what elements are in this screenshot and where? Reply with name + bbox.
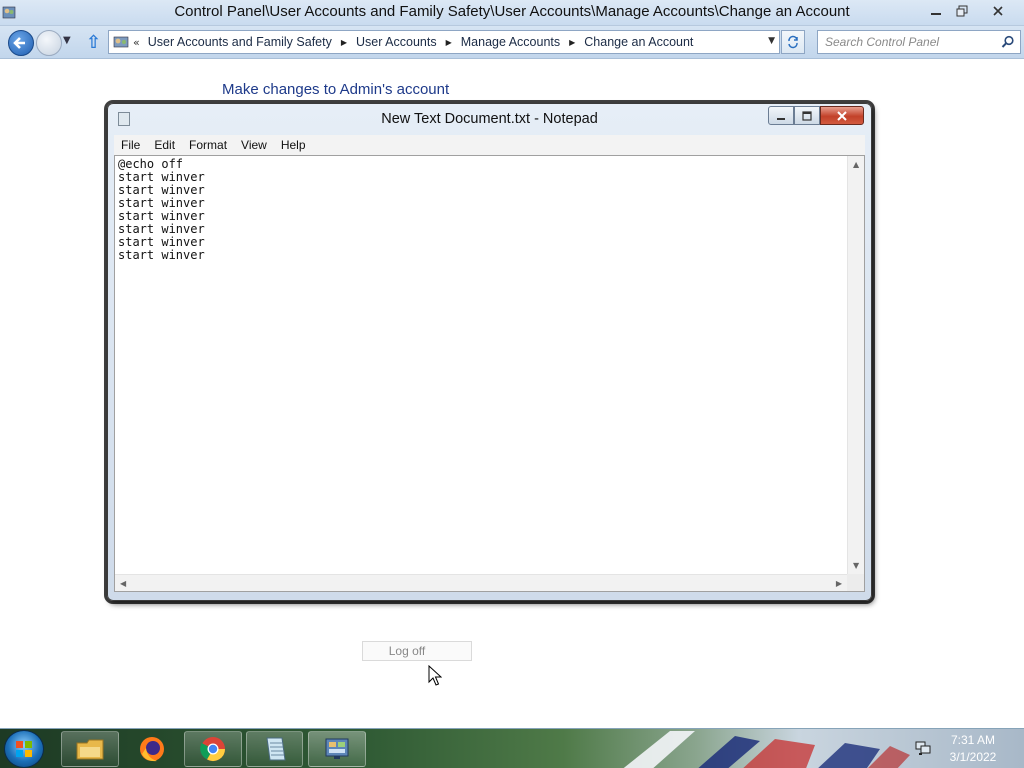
search-input[interactable]: Search Control Panel [817,30,1021,54]
folder-icon [76,739,104,760]
page-heading: Make changes to Admin's account [222,81,450,98]
notepad-close-button[interactable] [820,106,864,125]
close-icon [837,110,847,121]
windows-logo-icon [16,741,32,757]
control-panel-titlebar: Control Panel\User Accounts and Family S… [0,0,1024,26]
restore-button[interactable] [948,1,976,21]
refresh-button[interactable] [781,30,805,54]
taskbar-control-panel-button[interactable] [308,731,366,767]
window-title: Control Panel\User Accounts and Family S… [174,3,850,20]
clock-time[interactable]: 7:31 AM [945,733,1001,747]
breadcrumb-separator-icon[interactable]: ▶ [569,38,575,47]
horizontal-scrollbar[interactable]: ◀ ▶ [115,574,848,591]
log-off-button[interactable]: Log off [362,641,472,661]
start-button[interactable] [4,730,44,768]
close-icon [993,6,1003,16]
taskbar-chrome-button[interactable] [184,731,242,767]
close-button[interactable] [984,1,1012,21]
chrome-icon [200,737,225,762]
minimize-icon [777,117,785,120]
minimize-button[interactable] [922,1,950,21]
search-icon[interactable] [1001,35,1015,49]
address-dropdown-icon[interactable]: ▼ [768,36,775,46]
restore-icon [956,5,968,17]
recent-pages-dropdown[interactable]: ▼ [63,35,71,46]
notepad-icon [265,737,286,761]
back-button[interactable] [8,30,34,56]
breadcrumb-separator-icon[interactable]: ▶ [341,38,347,47]
vertical-scrollbar[interactable]: ▲ ▼ [847,156,864,574]
firefox-icon [139,737,164,762]
taskbar-notepad-button[interactable] [246,731,303,767]
notepad-maximize-button[interactable] [794,106,820,125]
breadcrumb-user-accounts[interactable]: User Accounts [356,35,437,49]
menu-file[interactable]: File [114,138,147,152]
menu-help[interactable]: Help [274,138,313,152]
mouse-cursor-icon [428,665,442,686]
menu-format[interactable]: Format [182,138,234,152]
menu-edit[interactable]: Edit [147,138,182,152]
notepad-menubar: File Edit Format View Help [114,135,865,155]
scroll-left-icon[interactable]: ◀ [120,579,126,588]
breadcrumb-overflow-icon[interactable]: « [133,36,140,49]
breadcrumb-user-accounts-family-safety[interactable]: User Accounts and Family Safety [148,35,332,49]
clock-date[interactable]: 3/1/2022 [945,750,1001,764]
notepad-minimize-button[interactable] [768,106,794,125]
control-panel-icon [113,36,129,48]
network-icon[interactable] [914,740,932,756]
scroll-down-icon[interactable]: ▼ [853,561,859,570]
minimize-icon [931,13,941,15]
notepad-text-area[interactable]: @echo off start winver start winver star… [114,155,865,592]
taskbar: 7:31 AM 3/1/2022 [0,728,1024,768]
breadcrumb-manage-accounts[interactable]: Manage Accounts [461,35,560,49]
breadcrumb-change-account[interactable]: Change an Account [584,35,693,49]
menu-view[interactable]: View [234,138,274,152]
taskbar-explorer-button[interactable] [61,731,119,767]
address-bar[interactable]: « User Accounts and Family Safety ▶ User… [108,30,780,54]
scroll-right-icon[interactable]: ▶ [836,579,842,588]
control-panel-icon [325,738,349,759]
up-level-button[interactable]: ⇧ [86,32,101,53]
refresh-icon [788,35,798,49]
maximize-icon [802,110,812,121]
notepad-content[interactable]: @echo off start winver start winver star… [118,158,205,262]
notepad-window[interactable]: New Text Document.txt - Notepad File Edi… [107,103,872,601]
size-grip[interactable] [847,574,864,591]
forward-button[interactable] [36,30,62,56]
notepad-title: New Text Document.txt - Notepad [381,111,598,127]
back-arrow-icon [13,37,25,49]
breadcrumb-separator-icon[interactable]: ▶ [446,38,452,47]
notepad-titlebar[interactable]: New Text Document.txt - Notepad [108,104,871,134]
navigation-bar: ▼ ⇧ « User Accounts and Family Safety ▶ … [0,26,1024,59]
search-placeholder: Search Control Panel [825,35,940,49]
taskbar-firefox-button[interactable] [124,731,179,767]
scroll-up-icon[interactable]: ▲ [853,160,859,169]
